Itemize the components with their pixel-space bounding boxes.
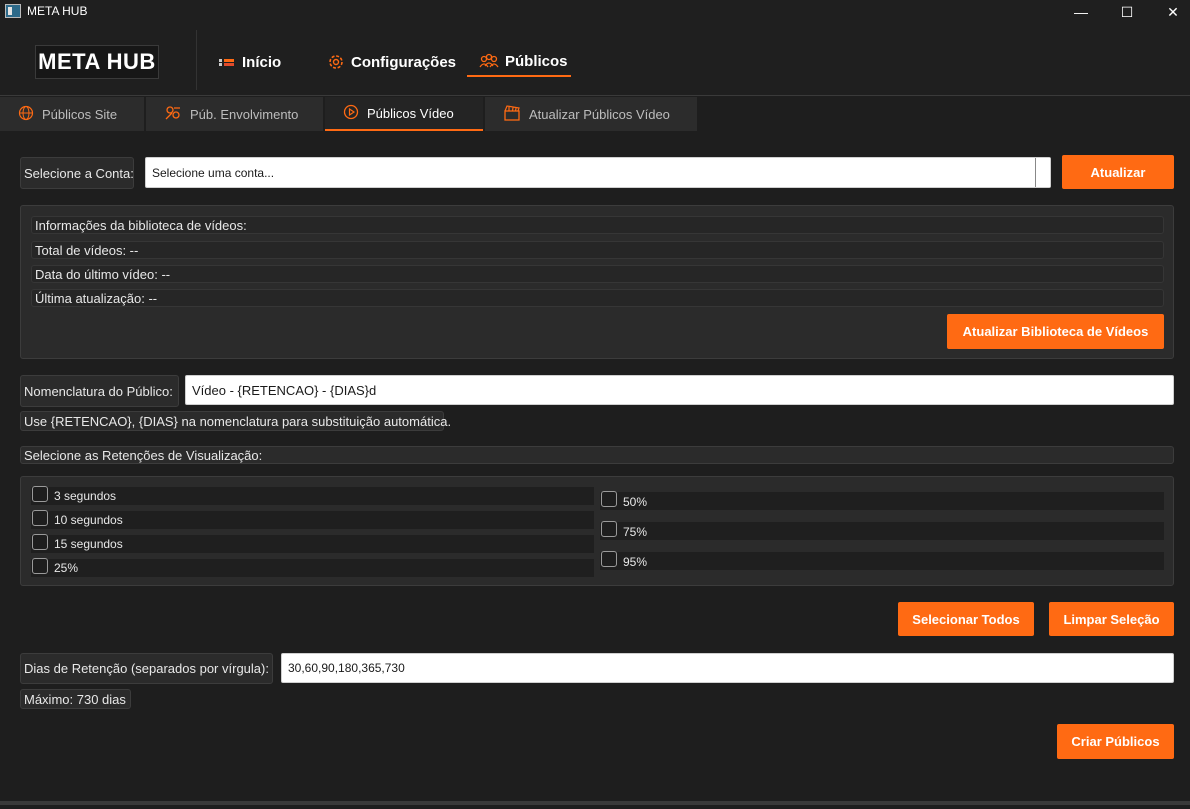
home-icon <box>218 55 236 69</box>
library-last-update: Última atualização: -- <box>31 289 1164 307</box>
days-max-hint: Máximo: 730 dias <box>20 689 131 709</box>
minimize-button[interactable]: — <box>1058 0 1104 24</box>
nav-configuracoes[interactable]: Configurações <box>327 47 456 77</box>
checkbox-95-label: 95% <box>623 555 648 569</box>
bottom-divider <box>0 801 1190 805</box>
nav-inicio-label: Início <box>242 53 282 71</box>
gear-icon <box>327 53 345 71</box>
tab-publicos-video[interactable]: Públicos Vídeo <box>325 97 483 131</box>
checkbox-25[interactable] <box>32 558 48 574</box>
checkbox-50[interactable] <box>601 491 617 507</box>
title-bar: META HUB — ☐ ✕ <box>0 0 1190 24</box>
nav-configuracoes-label: Configurações <box>351 53 457 71</box>
library-info-panel: Informações da biblioteca de vídeos: Tot… <box>20 205 1174 359</box>
tab-atualizar-publicos-video[interactable]: Atualizar Públicos Vídeo <box>485 97 697 131</box>
app-icon <box>5 4 21 18</box>
library-info-title: Informações da biblioteca de vídeos: <box>31 216 1164 234</box>
checkbox-3-segundos-label: 3 segundos <box>54 489 117 503</box>
checkbox-25-label: 25% <box>54 561 79 575</box>
nav-publicos-label: Públicos <box>505 52 568 70</box>
play-icon <box>343 104 359 123</box>
sub-tabs: Públicos Site Púb. Envolvimento Públicos… <box>0 97 1190 132</box>
library-last-video-date: Data do último vídeo: -- <box>31 265 1164 283</box>
select-all-button[interactable]: Selecionar Todos <box>898 602 1034 636</box>
globe-icon <box>18 105 34 124</box>
tab-publicos-video-label: Públicos Vídeo <box>367 105 454 121</box>
retention-label: Selecione as Retenções de Visualização: <box>20 446 1174 464</box>
clear-selection-button[interactable]: Limpar Seleção <box>1049 602 1174 636</box>
naming-input[interactable]: Vídeo - {RETENCAO} - {DIAS}d <box>185 375 1174 405</box>
library-total-videos: Total de vídeos: -- <box>31 241 1164 259</box>
tab-publicos-site-label: Públicos Site <box>42 106 118 122</box>
retention-options-panel: 3 segundos 10 segundos 15 segundos 25% 5… <box>20 476 1174 586</box>
tab-publicos-site[interactable]: Públicos Site <box>0 97 144 131</box>
close-button[interactable]: ✕ <box>1150 0 1190 24</box>
days-label: Dias de Retenção (separados por vírgula)… <box>20 653 273 684</box>
checkbox-3-segundos[interactable] <box>32 486 48 502</box>
app-logo: META HUB <box>35 45 159 79</box>
nav-inicio[interactable]: Início <box>218 47 281 77</box>
header: META HUB Início Configurações Públicos <box>0 24 1190 96</box>
refresh-account-button[interactable]: Atualizar <box>1062 155 1174 189</box>
people-icon <box>479 53 499 69</box>
account-label: Selecione a Conta: <box>20 157 134 189</box>
tab-pub-envolvimento[interactable]: Púb. Envolvimento <box>146 97 323 131</box>
refresh-library-button[interactable]: Atualizar Biblioteca de Vídeos <box>947 314 1164 349</box>
nav-publicos[interactable]: Públicos <box>467 47 571 77</box>
maximize-button[interactable]: ☐ <box>1104 0 1150 24</box>
account-select[interactable]: Selecione uma conta... <box>145 157 1051 188</box>
checkbox-75-label: 75% <box>623 525 648 539</box>
days-input[interactable]: 30,60,90,180,365,730 <box>281 653 1174 683</box>
naming-hint: Use {RETENCAO}, {DIAS} na nomenclatura p… <box>20 411 451 431</box>
account-select-value: Selecione uma conta... <box>152 165 275 180</box>
checkbox-75[interactable] <box>601 521 617 537</box>
checkbox-15-segundos[interactable] <box>32 534 48 550</box>
window-title: META HUB <box>27 4 88 18</box>
checkbox-95[interactable] <box>601 551 617 567</box>
tab-atualizar-publicos-video-label: Atualizar Públicos Vídeo <box>529 106 670 122</box>
checkbox-10-segundos[interactable] <box>32 510 48 526</box>
clapperboard-icon <box>503 104 521 124</box>
create-audiences-button[interactable]: Criar Públicos <box>1057 724 1174 759</box>
checkbox-15-segundos-label: 15 segundos <box>54 537 123 551</box>
chevron-down-icon[interactable] <box>1035 158 1050 187</box>
naming-label: Nomenclatura do Público: <box>20 375 179 407</box>
checkbox-10-segundos-label: 10 segundos <box>54 513 123 527</box>
tab-pub-envolvimento-label: Púb. Envolvimento <box>190 106 299 122</box>
checkbox-50-label: 50% <box>623 495 648 509</box>
header-divider <box>196 30 197 90</box>
engagement-icon <box>164 105 182 124</box>
